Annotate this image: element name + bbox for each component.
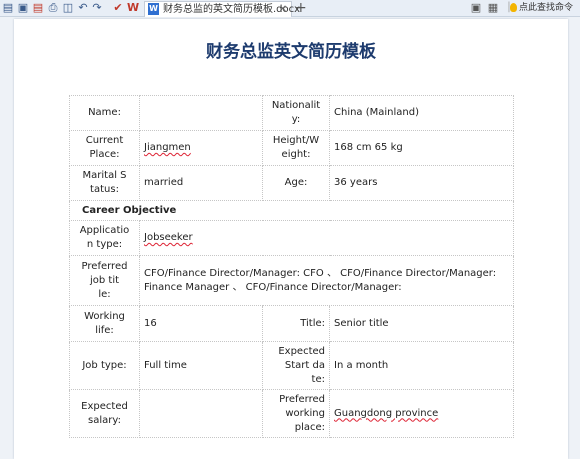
expected-start-value[interactable]: In a month <box>329 341 514 390</box>
table-row: Job type: Full time Expected Start da te: … <box>69 341 514 390</box>
save-icon[interactable]: ▣ <box>17 2 29 14</box>
nationality-label: Nationalit y: <box>262 95 330 131</box>
resume-table: Name: Nationalit y: China (Mainland) Curr… <box>69 95 514 438</box>
career-objective-heading: Career Objective <box>69 200 514 221</box>
job-type-label: Job type: <box>69 341 140 390</box>
print-preview-icon[interactable]: ◫ <box>62 2 74 14</box>
age-value[interactable]: 36 years <box>329 165 514 201</box>
bulb-icon <box>510 3 517 12</box>
undo-icon[interactable]: ↶ <box>77 2 89 14</box>
height-weight-value[interactable]: 168 cm 65 kg <box>329 130 514 166</box>
table-row: Career Objective <box>69 200 514 221</box>
table-row: Name: Nationalit y: China (Mainland) <box>69 95 514 131</box>
expected-start-label: Expected Start da te: <box>262 341 330 390</box>
expected-salary-label: Expected salary: <box>69 389 140 438</box>
application-type-label: Applicatio n type: <box>69 220 140 256</box>
table-row: Applicatio n type: Jobseeker <box>69 220 514 256</box>
print-icon[interactable]: ⎙ <box>47 2 59 14</box>
table-row: Marital Status: married Age: 36 years <box>69 165 514 201</box>
document-icon: W <box>148 3 159 15</box>
redo-icon[interactable]: ↷ <box>91 2 103 14</box>
new-tab-button[interactable]: + <box>295 0 307 16</box>
page-title: 财务总监英文简历模板 <box>206 42 376 62</box>
command-search-link[interactable]: 点此查找命令 <box>519 1 573 15</box>
height-weight-label: Height/W eight: <box>262 130 330 166</box>
preferred-job-title-label: Preferred job tit le: <box>69 255 140 306</box>
table-row: Working life: 16 Title: Senior title <box>69 305 514 342</box>
close-icon[interactable]: ✕ <box>279 3 287 16</box>
working-life-value[interactable]: 16 <box>139 305 263 342</box>
title-value[interactable]: Senior title <box>329 305 514 342</box>
tab-document[interactable]: W 财务总监的英文简历模板.docx ✕ <box>144 1 300 17</box>
table-row: Expected salary: Preferred working place: G… <box>69 389 514 438</box>
nationality-value[interactable]: China (Mainland) <box>329 95 514 131</box>
table-row: Preferred job tit le: CFO/Finance Director… <box>69 255 514 306</box>
document-page: 财务总监英文简历模板 Name: Nationalit y: China (Mai… <box>14 19 568 459</box>
preferred-job-title-value[interactable]: CFO/Finance Director/Manager: CFO 、 CFO/… <box>139 255 514 306</box>
name-value[interactable] <box>139 95 263 131</box>
export-pdf-icon[interactable]: ▤ <box>32 2 44 14</box>
name-label: Name: <box>69 95 140 131</box>
format-painter-icon[interactable]: ✔ <box>112 2 124 14</box>
window-list-icon[interactable]: ▦ <box>487 2 499 14</box>
title-label: Title: <box>262 305 330 342</box>
current-place-label: Current Place: <box>69 130 140 166</box>
quick-access-toolbar: ▤ ▣ ▤ ⎙ ◫ ↶ ↷ ✔ W W 财务总监的英文简历模板.docx ✕ +… <box>0 0 580 17</box>
preferred-working-place-value[interactable]: Guangdong province <box>329 389 514 438</box>
job-type-value[interactable]: Full time <box>139 341 263 390</box>
application-type-value[interactable]: Jobseeker <box>139 220 514 256</box>
open-folder-icon[interactable]: ▤ <box>2 2 14 14</box>
age-label: Age: <box>262 165 330 201</box>
marital-status-label: Marital Status: <box>69 165 140 201</box>
working-life-label: Working life: <box>69 305 140 342</box>
window-restore-icon[interactable]: ▣ <box>470 2 482 14</box>
expected-salary-value[interactable] <box>139 389 263 438</box>
marital-status-value[interactable]: married <box>139 165 263 201</box>
current-place-value[interactable]: Jiangmen <box>139 130 263 166</box>
table-row: Current Place: Jiangmen Height/W eight: 16… <box>69 130 514 166</box>
preferred-working-place-label: Preferred working place: <box>262 389 330 438</box>
wps-icon[interactable]: W <box>127 2 139 14</box>
